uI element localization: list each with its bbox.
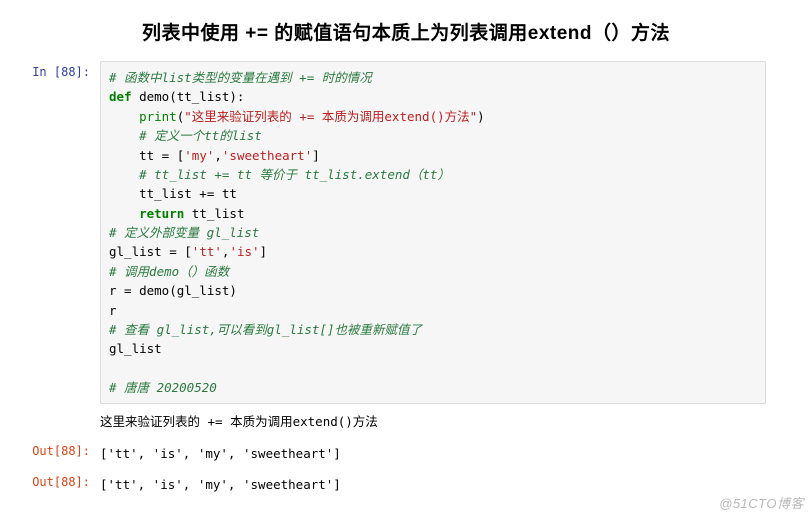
string-literal: "这里来验证列表的 += 本质为调用extend()方法" bbox=[184, 109, 477, 124]
code-line: r = demo(gl_list) bbox=[109, 283, 237, 298]
out-prompt: Out[88]: bbox=[0, 471, 100, 489]
string-literal: 'is' bbox=[229, 244, 259, 259]
code-line: # 定义外部变量 gl_list bbox=[109, 225, 259, 240]
output-value: ['tt', 'is', 'my', 'sweetheart'] bbox=[100, 440, 766, 467]
input-cell: In [88]: # 函数中list类型的变量在遇到 += 时的情况 def d… bbox=[0, 59, 812, 406]
code-line: gl_list bbox=[109, 341, 162, 356]
code-text: ] bbox=[312, 148, 320, 163]
code-input[interactable]: # 函数中list类型的变量在遇到 += 时的情况 def demo(tt_li… bbox=[100, 61, 766, 404]
code-text: tt_list bbox=[184, 206, 244, 221]
code-text: gl_list = [ bbox=[109, 244, 192, 259]
in-prompt: In [88]: bbox=[0, 61, 100, 79]
code-line: tt_list += tt bbox=[109, 186, 237, 201]
empty-prompt bbox=[0, 408, 100, 412]
string-literal: 'tt' bbox=[192, 244, 222, 259]
keyword-def: def bbox=[109, 89, 132, 104]
keyword-return: return bbox=[139, 206, 184, 221]
code-line: r bbox=[109, 303, 117, 318]
code-line: # 唐唐 20200520 bbox=[109, 380, 217, 395]
out-prompt: Out[88]: bbox=[0, 440, 100, 458]
string-literal: 'sweetheart' bbox=[222, 148, 312, 163]
code-line: # 函数中list类型的变量在遇到 += 时的情况 bbox=[109, 70, 372, 85]
page-title: 列表中使用 += 的赋值语句本质上为列表调用extend（）方法 bbox=[0, 0, 812, 59]
builtin-print: print bbox=[139, 109, 177, 124]
string-literal: 'my' bbox=[184, 148, 214, 163]
code-line: # 调用demo（）函数 bbox=[109, 264, 229, 279]
code-text: demo(tt_list): bbox=[132, 89, 245, 104]
code-line: # tt_list += tt 等价于 tt_list.extend（tt） bbox=[109, 167, 450, 182]
code-text: ] bbox=[260, 244, 268, 259]
watermark: @51CTO博客 bbox=[719, 493, 804, 512]
page: 列表中使用 += 的赋值语句本质上为列表调用extend（）方法 In [88]… bbox=[0, 0, 812, 518]
code-text: tt = [ bbox=[109, 148, 184, 163]
stdout-cell: 这里来验证列表的 += 本质为调用extend()方法 bbox=[0, 406, 812, 437]
code-text: , bbox=[214, 148, 222, 163]
code-line: # 定义一个tt的list bbox=[109, 128, 262, 143]
stdout-output: 这里来验证列表的 += 本质为调用extend()方法 bbox=[100, 408, 766, 435]
output-cell-2: Out[88]: ['tt', 'is', 'my', 'sweetheart'… bbox=[0, 469, 812, 500]
code-line: # 查看 gl_list,可以看到gl_list[]也被重新赋值了 bbox=[109, 322, 422, 337]
output-cell-1: Out[88]: ['tt', 'is', 'my', 'sweetheart'… bbox=[0, 438, 812, 469]
output-value: ['tt', 'is', 'my', 'sweetheart'] bbox=[100, 471, 766, 498]
